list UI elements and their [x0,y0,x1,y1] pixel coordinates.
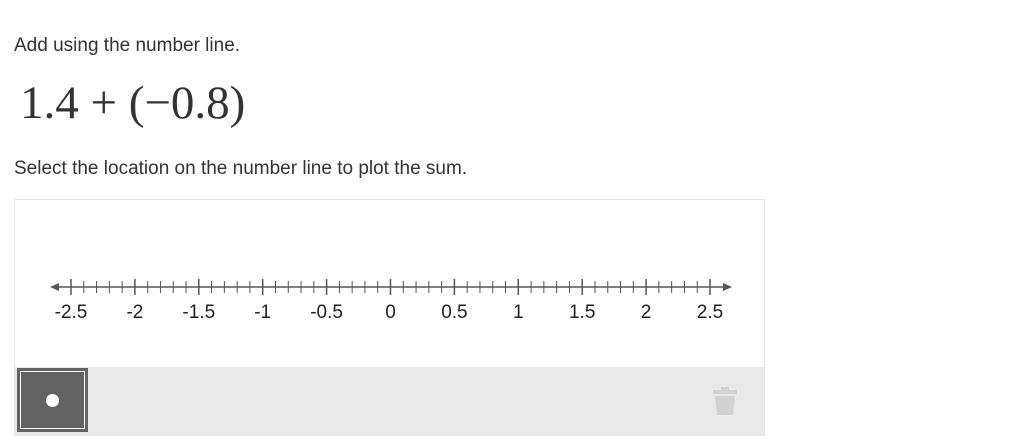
tick-label: 0 [385,302,396,323]
point-icon [46,393,59,407]
left-arrow-icon [50,283,59,291]
tick-label: 1.5 [569,302,595,323]
tick-label: -0.5 [310,302,343,323]
delete-tool-button[interactable] [687,367,764,435]
tick-label: 2 [641,302,652,323]
right-arrow-icon [723,283,732,291]
point-tool-button[interactable] [17,368,88,432]
tick-label: 2.5 [697,302,723,323]
instruction-text: Add using the number line. [14,35,241,56]
tick-label: 0.5 [441,302,467,323]
tool-palette [15,367,764,435]
number-line[interactable]: -2.5 -2 -1.5 -1 -0.5 0 0.5 1 1.5 2 2.5 [15,200,764,367]
tick-label: 1 [513,302,524,323]
tick-label: -1.5 [182,302,215,323]
tick-label: -2 [126,302,143,323]
prompt-text: Select the location on the number line t… [14,158,468,179]
math-expression: 1.4 + (−0.8) [20,77,246,129]
tick-label: -2.5 [55,302,88,323]
tick-label: -1 [254,302,271,323]
number-line-panel: -2.5 -2 -1.5 -1 -0.5 0 0.5 1 1.5 2 2.5 [14,199,765,436]
trash-icon [713,387,737,415]
